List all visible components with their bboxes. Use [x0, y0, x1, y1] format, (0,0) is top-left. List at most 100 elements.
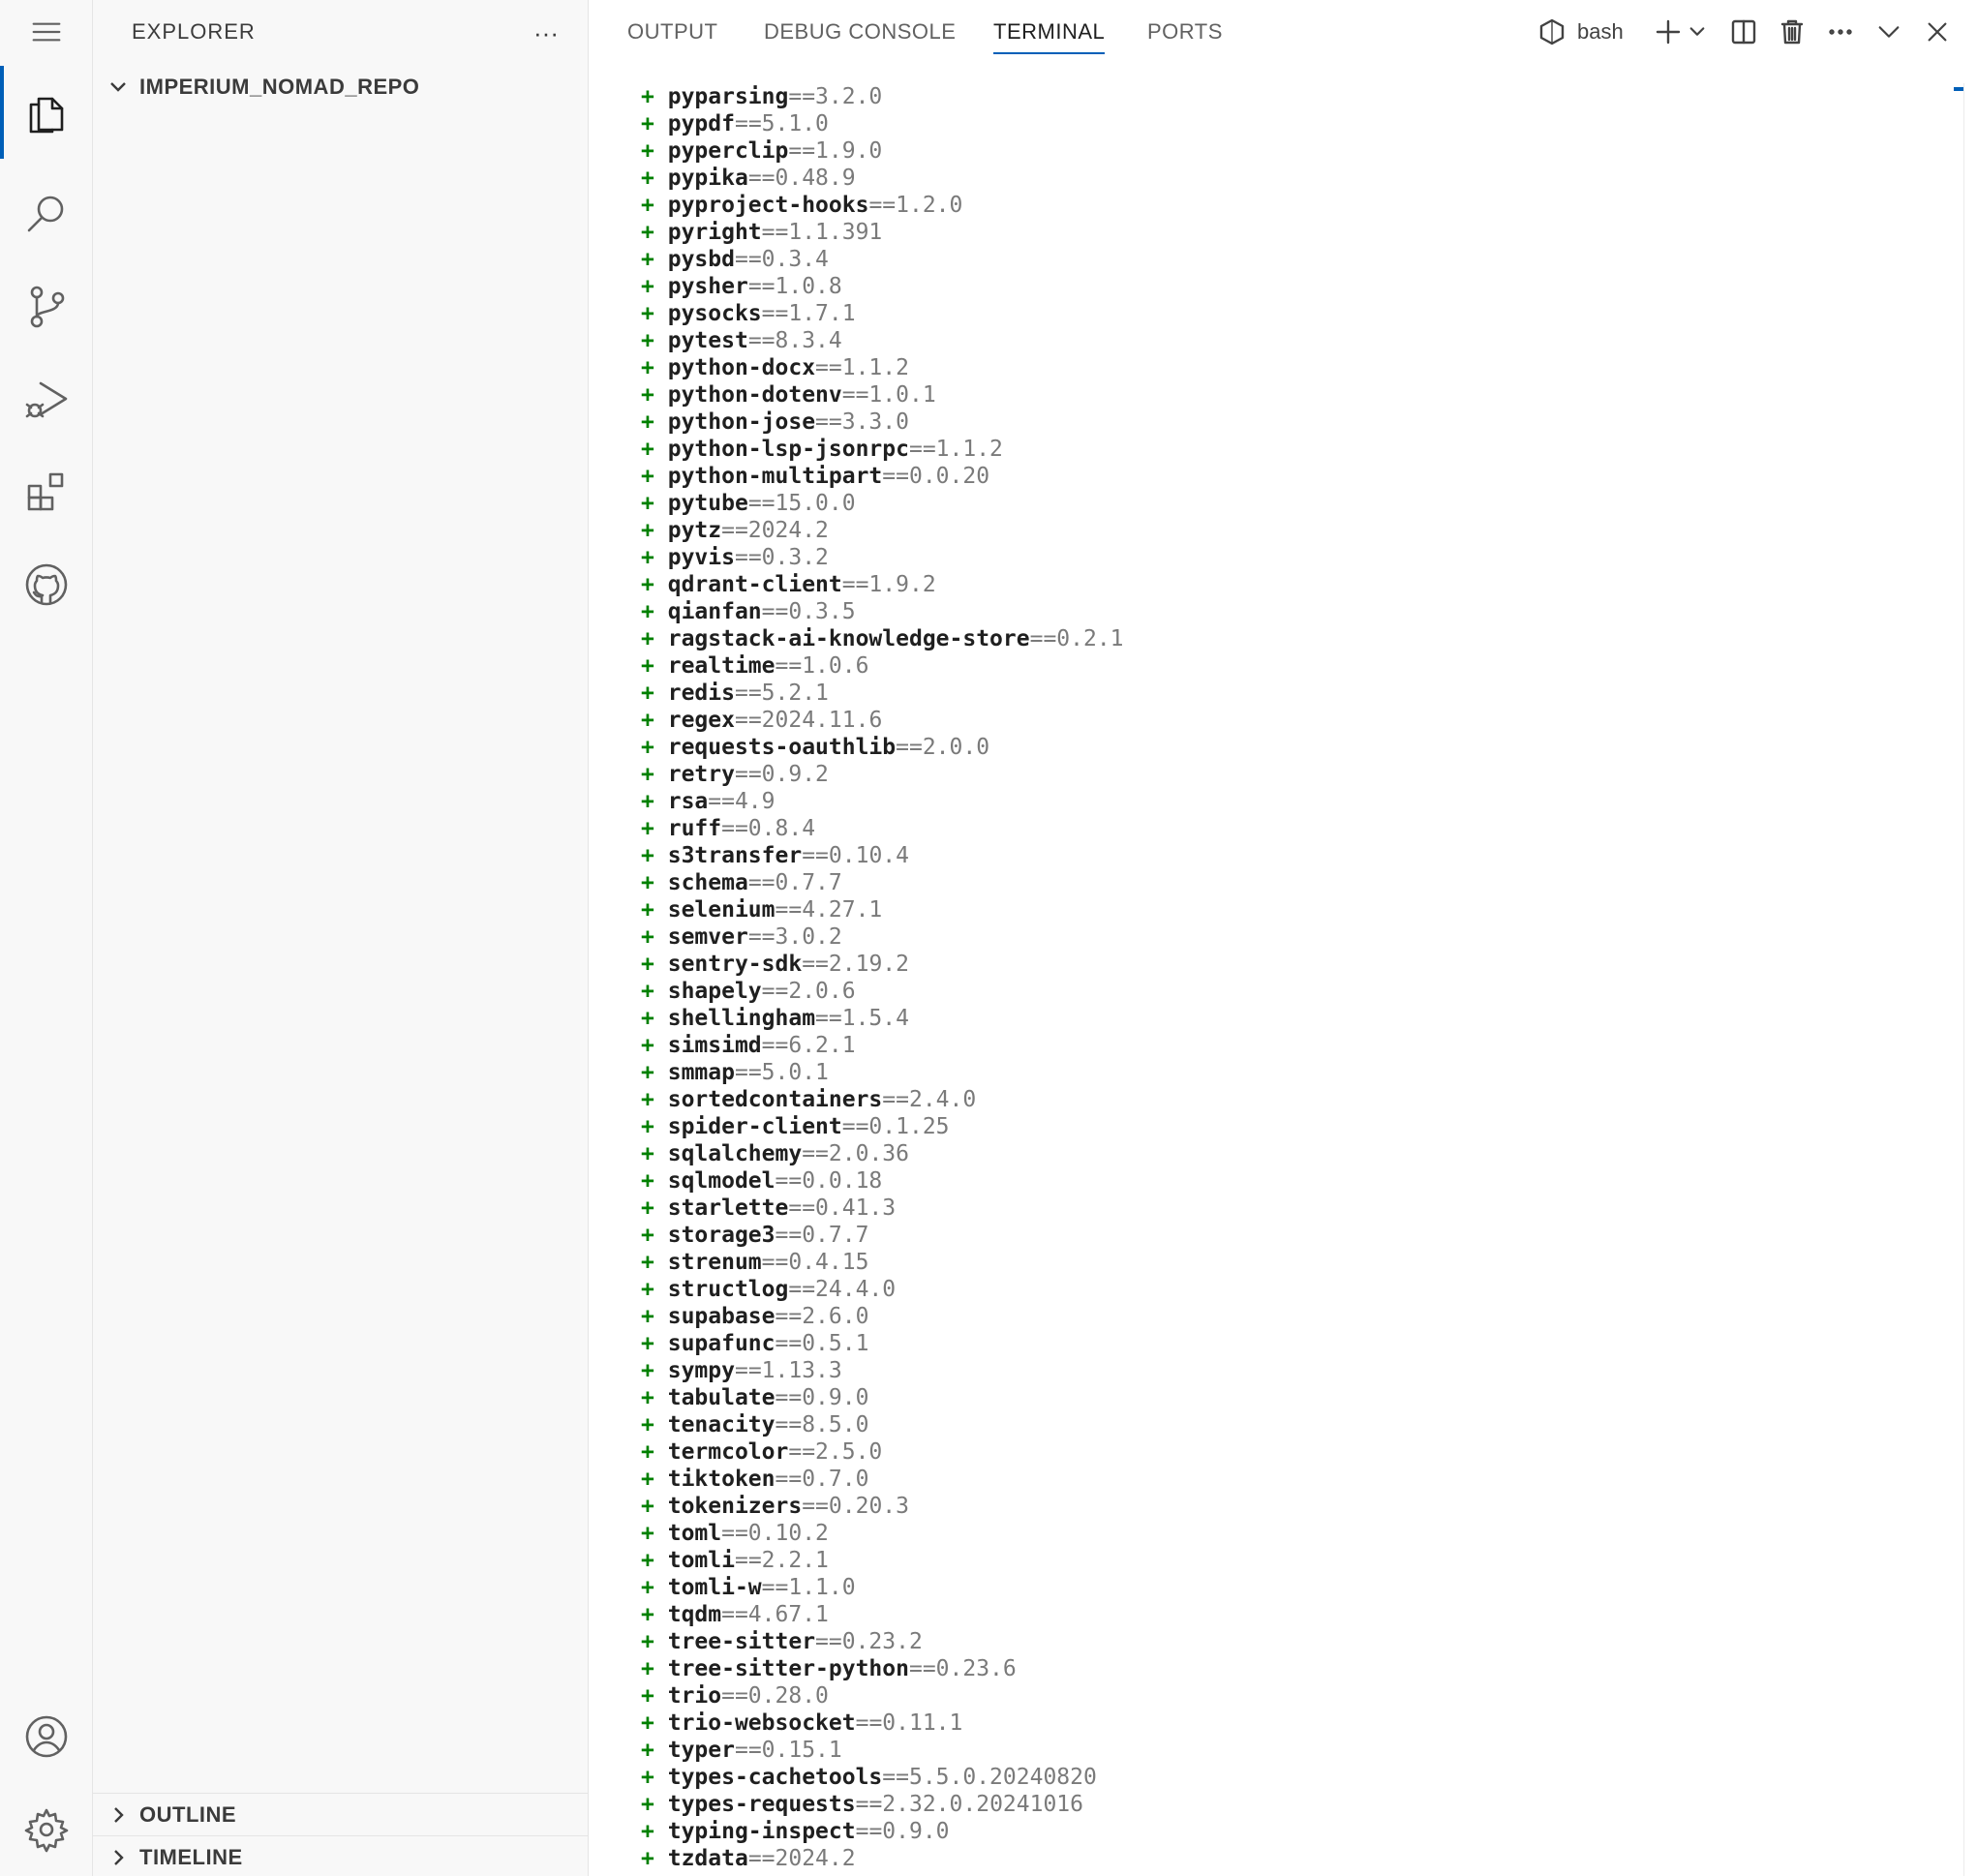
added-marker: +: [641, 735, 654, 760]
terminal-line: + tree-sitter==0.23.2: [590, 1628, 1926, 1655]
package-version: ==2.32.0.20241016: [855, 1792, 1083, 1817]
close-icon: [1928, 22, 1947, 42]
explorer-icon[interactable]: [0, 66, 93, 159]
package-version: ==1.1.391: [761, 220, 883, 245]
terminal-line: + python-docx==1.1.2: [590, 354, 1926, 381]
source-control-icon[interactable]: [0, 259, 93, 352]
new-terminal-dropdown[interactable]: [1684, 13, 1711, 51]
package-version: ==4.67.1: [721, 1602, 829, 1627]
package-version: ==0.0.20: [882, 464, 990, 489]
package-version: ==1.0.8: [747, 274, 842, 299]
package-name: tenacity: [667, 1412, 776, 1437]
terminal-line: + sqlalchemy==2.0.36: [590, 1140, 1926, 1167]
panel: OUTPUT DEBUG CONSOLE TERMINAL PORTS bash: [590, 0, 1977, 1876]
extensions-icon[interactable]: [0, 445, 93, 538]
added-marker: +: [641, 518, 654, 543]
added-marker: +: [641, 1819, 654, 1844]
package-name: strenum: [667, 1250, 762, 1275]
terminal-output[interactable]: + pyparsing==3.2.0 + pypdf==5.1.0 + pyperc…: [590, 83, 1926, 1876]
terminal-line: + trio-websocket==0.11.1: [590, 1710, 1926, 1737]
added-marker: +: [641, 1277, 654, 1302]
added-marker: +: [641, 545, 654, 570]
terminal-line: + spider-client==0.1.25: [590, 1113, 1926, 1140]
package-name: spider-client: [667, 1114, 842, 1139]
package-name: python-docx: [667, 355, 816, 380]
outline-section[interactable]: OUTLINE: [93, 1793, 589, 1835]
terminal-line: + tree-sitter-python==0.23.6: [590, 1655, 1926, 1682]
package-name: trio: [667, 1683, 722, 1709]
package-name: pyproject-hooks: [667, 193, 869, 218]
accounts-icon[interactable]: [0, 1690, 93, 1783]
package-version: ==6.2.1: [761, 1033, 856, 1058]
package-name: ragstack-ai-knowledge-store: [667, 626, 1030, 651]
close-panel-button[interactable]: [1918, 13, 1957, 51]
added-marker: +: [641, 1710, 654, 1736]
menu-icon[interactable]: [0, 0, 93, 64]
timeline-section[interactable]: TIMELINE: [93, 1835, 589, 1876]
added-marker: +: [641, 328, 654, 353]
package-version: ==0.3.4: [734, 247, 829, 272]
package-name: pypdf: [667, 111, 735, 136]
added-marker: +: [641, 1792, 654, 1817]
terminal-line: + tenacity==8.5.0: [590, 1411, 1926, 1438]
chevron-right-icon: [93, 1836, 132, 1876]
terminal-line: + schema==0.7.7: [590, 869, 1926, 896]
package-name: starlette: [667, 1195, 789, 1221]
package-name: simsimd: [667, 1033, 762, 1058]
package-version: ==0.4.15: [761, 1250, 869, 1275]
tab-debug-console[interactable]: DEBUG CONSOLE: [764, 0, 956, 64]
more-actions-button[interactable]: [1821, 13, 1860, 51]
repo-folder-section[interactable]: IMPERIUM_NOMAD_REPO: [93, 66, 589, 108]
more-actions-icon[interactable]: ···: [527, 14, 565, 52]
plus-icon: [1656, 19, 1681, 45]
terminal-line: + typer==0.15.1: [590, 1737, 1926, 1764]
tab-ports[interactable]: PORTS: [1147, 0, 1223, 64]
package-name: pytest: [667, 328, 748, 353]
new-terminal-button[interactable]: [1649, 13, 1688, 51]
package-name: pyperclip: [667, 138, 789, 164]
added-marker: +: [641, 1114, 654, 1139]
package-name: structlog: [667, 1277, 789, 1302]
package-name: python-multipart: [667, 464, 883, 489]
sidebar-title: EXPLORER: [132, 19, 256, 44]
terminal-shell-selector[interactable]: bash: [1538, 13, 1655, 51]
terminal-line: + pysocks==1.7.1: [590, 300, 1926, 327]
github-icon[interactable]: [0, 538, 93, 631]
search-icon[interactable]: [0, 166, 93, 259]
added-marker: +: [641, 409, 654, 435]
chevron-down-icon: [93, 66, 132, 108]
split-terminal-button[interactable]: [1724, 13, 1763, 51]
added-marker: +: [641, 1087, 654, 1112]
added-marker: +: [641, 355, 654, 380]
terminal-line: + qianfan==0.3.5: [590, 598, 1926, 625]
terminal-line: + pyright==1.1.391: [590, 219, 1926, 246]
package-version: ==2.5.0: [788, 1439, 883, 1465]
terminal-line: + pypika==0.48.9: [590, 165, 1926, 192]
maximize-panel-button[interactable]: [1870, 13, 1908, 51]
terminal-scrollbar[interactable]: [1963, 83, 1977, 1876]
terminal-line: + supafunc==0.5.1: [590, 1330, 1926, 1357]
tab-output[interactable]: OUTPUT: [627, 0, 717, 64]
package-version: ==0.11.1: [855, 1710, 963, 1736]
added-marker: +: [641, 1141, 654, 1166]
added-marker: +: [641, 464, 654, 489]
terminal-line: + ragstack-ai-knowledge-store==0.2.1: [590, 625, 1926, 652]
package-version: ==1.1.0: [761, 1575, 856, 1600]
added-marker: +: [641, 1223, 654, 1248]
manage-gear-icon[interactable]: [0, 1783, 93, 1876]
package-version: ==5.1.0: [734, 111, 829, 136]
terminal-line: + qdrant-client==1.9.2: [590, 571, 1926, 598]
terminal-line: + tabulate==0.9.0: [590, 1384, 1926, 1411]
package-name: pytz: [667, 518, 722, 543]
package-name: tqdm: [667, 1602, 722, 1627]
added-marker: +: [641, 274, 654, 299]
tab-terminal[interactable]: TERMINAL: [993, 0, 1106, 64]
package-version: ==0.3.5: [761, 599, 856, 624]
package-name: retry: [667, 762, 735, 787]
terminal-line: + pysbd==0.3.4: [590, 246, 1926, 273]
terminal-line: + pyparsing==3.2.0: [590, 83, 1926, 110]
run-debug-icon[interactable]: [0, 352, 93, 445]
added-marker: +: [641, 1548, 654, 1573]
kill-terminal-button[interactable]: [1773, 13, 1811, 51]
added-marker: +: [641, 1575, 654, 1600]
